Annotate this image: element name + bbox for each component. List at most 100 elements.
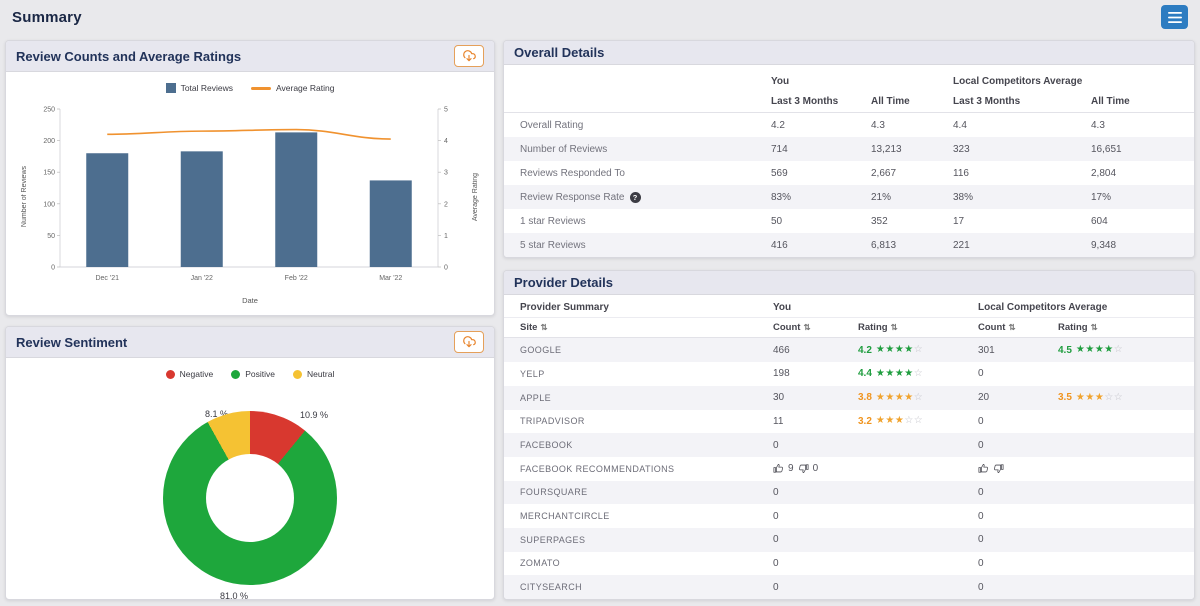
star-rating: ★★★★☆ bbox=[875, 367, 924, 379]
left-axis-tick: 50 bbox=[47, 233, 55, 240]
export-review-counts-button[interactable] bbox=[454, 45, 484, 67]
group-competitors: Local Competitors Average bbox=[978, 301, 1108, 313]
sentiment-donut[interactable] bbox=[163, 411, 337, 585]
provider-details-column-header: Site ⇅ Count ⇅ Rating ⇅ Count ⇅ Rating ⇅ bbox=[504, 318, 1194, 339]
provider-site: APPLE bbox=[520, 392, 552, 403]
sentiment-legend: Negative Positive Neutral bbox=[6, 369, 494, 379]
star-rating: ★★★☆☆ bbox=[875, 415, 924, 427]
provider-row: SUPERPAGES 0 0 bbox=[504, 527, 1194, 552]
thumbs-up-icon bbox=[773, 464, 783, 473]
provider-site: FACEBOOK RECOMMENDATIONS bbox=[520, 463, 675, 474]
hamburger-icon bbox=[1167, 11, 1182, 23]
legend-label: Total Reviews bbox=[180, 83, 233, 93]
review-counts-panel-header: Review Counts and Average Ratings bbox=[6, 41, 494, 72]
sort-site[interactable]: Site ⇅ bbox=[504, 322, 757, 333]
metric-label: 5 star Reviews bbox=[504, 240, 755, 251]
rating-cell: 3.2 ★★★☆☆ bbox=[842, 416, 962, 427]
cloud-download-icon bbox=[463, 50, 476, 62]
overall-details-row: 5 star Reviews 416 6,813 221 9,348 bbox=[504, 233, 1194, 257]
legend-item-total-reviews[interactable]: Total Reviews bbox=[165, 83, 233, 93]
x-axis-tick: Mar '22 bbox=[379, 275, 402, 282]
count-cell: 0 bbox=[978, 486, 984, 498]
column-label: Rating bbox=[858, 322, 888, 334]
average-rating-line bbox=[107, 128, 391, 140]
rating-number: 4.4 bbox=[858, 368, 872, 380]
review-counts-chart[interactable]: 0 50 100 150 200 250 0 1 2 3 4 5 Dec '21 Jan '22 Feb '… bbox=[28, 99, 472, 295]
provider-row: FOURSQUARE 0 0 bbox=[504, 480, 1194, 505]
count-cell: 11 bbox=[773, 415, 784, 427]
provider-row: MERCHANTCIRCLE 0 0 bbox=[504, 504, 1194, 528]
metric-label-text: Number of Reviews bbox=[520, 143, 608, 155]
legend-item-negative[interactable]: Negative bbox=[165, 369, 214, 379]
thumbs-down-icon bbox=[798, 464, 809, 474]
sort-icon: ⇅ bbox=[803, 322, 811, 333]
metric-value: 38% bbox=[953, 191, 974, 203]
menu-button[interactable] bbox=[1161, 5, 1188, 29]
star-rating: ★★★★☆ bbox=[875, 344, 924, 356]
metric-label-text: Overall Rating bbox=[520, 119, 584, 131]
metric-value: 2,804 bbox=[1091, 167, 1117, 179]
metric-value: 4.4 bbox=[953, 119, 967, 131]
metric-value: 4.3 bbox=[871, 119, 885, 131]
legend-item-neutral[interactable]: Neutral bbox=[292, 369, 334, 379]
help-icon[interactable]: ? bbox=[629, 191, 641, 203]
cloud-download-icon bbox=[463, 336, 476, 348]
subcol-you-alltime: All Time bbox=[871, 96, 910, 108]
bar-mark bbox=[86, 153, 129, 267]
rating-cell: 3.8 ★★★★☆ bbox=[842, 392, 962, 403]
rating-number: 4.5 bbox=[1058, 344, 1072, 356]
metric-value: 17 bbox=[953, 215, 965, 227]
count-cell: 0 bbox=[978, 534, 984, 546]
provider-details-panel: Provider Details Provider Summary You Lo… bbox=[503, 270, 1195, 600]
metric-label: 1 star Reviews bbox=[504, 216, 755, 227]
thumbs-cell: 90 bbox=[757, 463, 842, 474]
overall-details-row: 1 star Reviews 50 352 17 604 bbox=[504, 209, 1194, 233]
sort-you-rating[interactable]: Rating ⇅ bbox=[842, 322, 962, 333]
subcol-you-3months: Last 3 Months bbox=[771, 96, 839, 108]
left-axis-title: Number of Reviews bbox=[21, 166, 28, 228]
overall-details-row: Overall Rating 4.2 4.3 4.4 4.3 bbox=[504, 113, 1194, 137]
export-sentiment-button[interactable] bbox=[454, 331, 484, 353]
x-axis-title: Date bbox=[242, 296, 258, 305]
count-cell: 0 bbox=[978, 368, 984, 380]
metric-label: Overall Rating bbox=[504, 120, 755, 131]
metric-value: 2,667 bbox=[871, 167, 897, 179]
count-cell: 0 bbox=[773, 557, 779, 569]
metric-value: 569 bbox=[771, 167, 788, 179]
sort-icon: ⇅ bbox=[1090, 322, 1098, 333]
sort-comp-rating[interactable]: Rating ⇅ bbox=[1042, 322, 1194, 333]
metric-value: 13,213 bbox=[871, 143, 902, 155]
page-title: Summary bbox=[12, 8, 82, 26]
overall-details-panel-header: Overall Details bbox=[504, 41, 1194, 65]
review-counts-chart-area: Number of Reviews 0 50 100 150 200 250 0 1 2 3 4 5 D… bbox=[6, 99, 494, 295]
legend-item-average-rating[interactable]: Average Rating bbox=[251, 83, 334, 93]
count-cell: 0 bbox=[978, 415, 984, 427]
count-cell: 198 bbox=[773, 368, 790, 380]
provider-site: FOURSQUARE bbox=[520, 487, 588, 498]
metric-value: 221 bbox=[953, 239, 970, 251]
metric-value: 416 bbox=[771, 239, 788, 251]
metric-label-text: 1 star Reviews bbox=[520, 215, 586, 227]
negative-percent-label: 10.9 % bbox=[300, 410, 329, 420]
overall-details-group-header: You Local Competitors Average bbox=[504, 65, 1194, 91]
rating-cell: 4.5 ★★★★☆ bbox=[1042, 345, 1194, 356]
star-rating: ★★★★☆ bbox=[1075, 344, 1124, 356]
sort-you-count[interactable]: Count ⇅ bbox=[757, 322, 842, 333]
overall-details-panel: Overall Details You Local Competitors Av… bbox=[503, 40, 1195, 258]
review-sentiment-panel: Review Sentiment Negative Positive Neutr… bbox=[5, 326, 495, 600]
overall-details-row: Review Response Rate? 83% 21% 38% 17% bbox=[504, 185, 1194, 209]
count-cell: 0 bbox=[773, 486, 779, 498]
count-cell: 0 bbox=[773, 439, 779, 451]
count-cell: 20 bbox=[978, 392, 990, 404]
right-axis-tick: 2 bbox=[444, 201, 448, 208]
provider-site: TRIPADVISOR bbox=[520, 416, 585, 427]
sort-comp-count[interactable]: Count ⇅ bbox=[962, 322, 1042, 333]
count-cell: 0 bbox=[978, 439, 984, 451]
legend-item-positive[interactable]: Positive bbox=[231, 369, 275, 379]
sort-icon: ⇅ bbox=[540, 322, 548, 333]
left-axis-tick: 150 bbox=[43, 170, 55, 177]
right-axis-tick: 0 bbox=[444, 265, 448, 272]
x-axis-tick: Dec '21 bbox=[95, 275, 119, 282]
legend-label: Negative bbox=[179, 369, 214, 379]
neutral-legend-marker bbox=[292, 369, 302, 379]
